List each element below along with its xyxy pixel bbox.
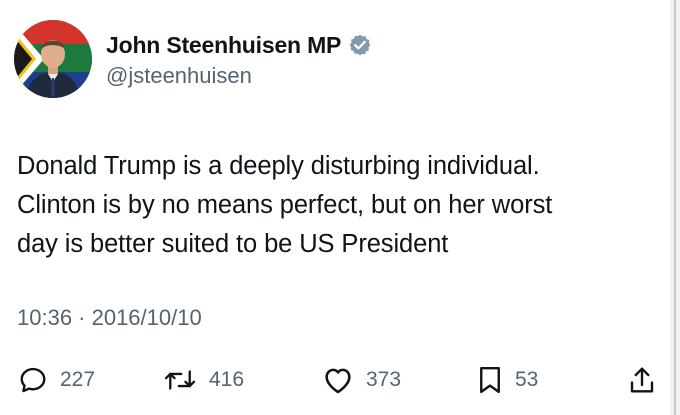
author-display-name[interactable]: John Steenhuisen MP <box>106 32 341 59</box>
bookmark-count: 53 <box>515 368 539 391</box>
author-block: John Steenhuisen MP @jsteenhuisen <box>106 30 372 89</box>
repost-button[interactable]: 416 <box>163 360 244 400</box>
reply-button[interactable]: 227 <box>18 360 95 400</box>
tweet-text-line: Clinton is by no means perfect, but on h… <box>17 191 553 219</box>
tweet-text-line: day is better suited to be US President <box>17 230 449 258</box>
reply-icon <box>20 367 46 393</box>
reply-count: 227 <box>60 368 96 391</box>
heart-icon <box>325 368 351 394</box>
tweet-timestamp[interactable]: 10:36 · 2016/10/10 <box>17 305 202 331</box>
action-bar: 227 416 373 53 <box>0 360 680 400</box>
share-icon <box>630 367 654 393</box>
repost-icon <box>164 370 196 390</box>
tweet-text: Donald Trump is a deeply disturbing indi… <box>17 147 667 264</box>
repost-count: 416 <box>209 368 245 391</box>
bookmark-button[interactable]: 53 <box>477 360 538 400</box>
bookmark-icon <box>480 366 500 394</box>
avatar[interactable] <box>14 20 92 98</box>
author-handle[interactable]: @jsteenhuisen <box>106 63 372 89</box>
like-count: 373 <box>366 368 402 391</box>
tweet-text-line: Donald Trump is a deeply disturbing indi… <box>17 152 540 180</box>
like-button[interactable]: 373 <box>322 360 401 400</box>
scrollbar-thumb[interactable] <box>674 0 676 415</box>
author-name-row: John Steenhuisen MP <box>106 30 372 60</box>
share-button[interactable] <box>628 360 656 400</box>
avatar-image <box>14 20 92 98</box>
verified-badge-icon[interactable] <box>348 33 372 57</box>
tweet-card: John Steenhuisen MP @jsteenhuisen Donald… <box>0 0 680 415</box>
scrollbar[interactable] <box>670 0 680 415</box>
